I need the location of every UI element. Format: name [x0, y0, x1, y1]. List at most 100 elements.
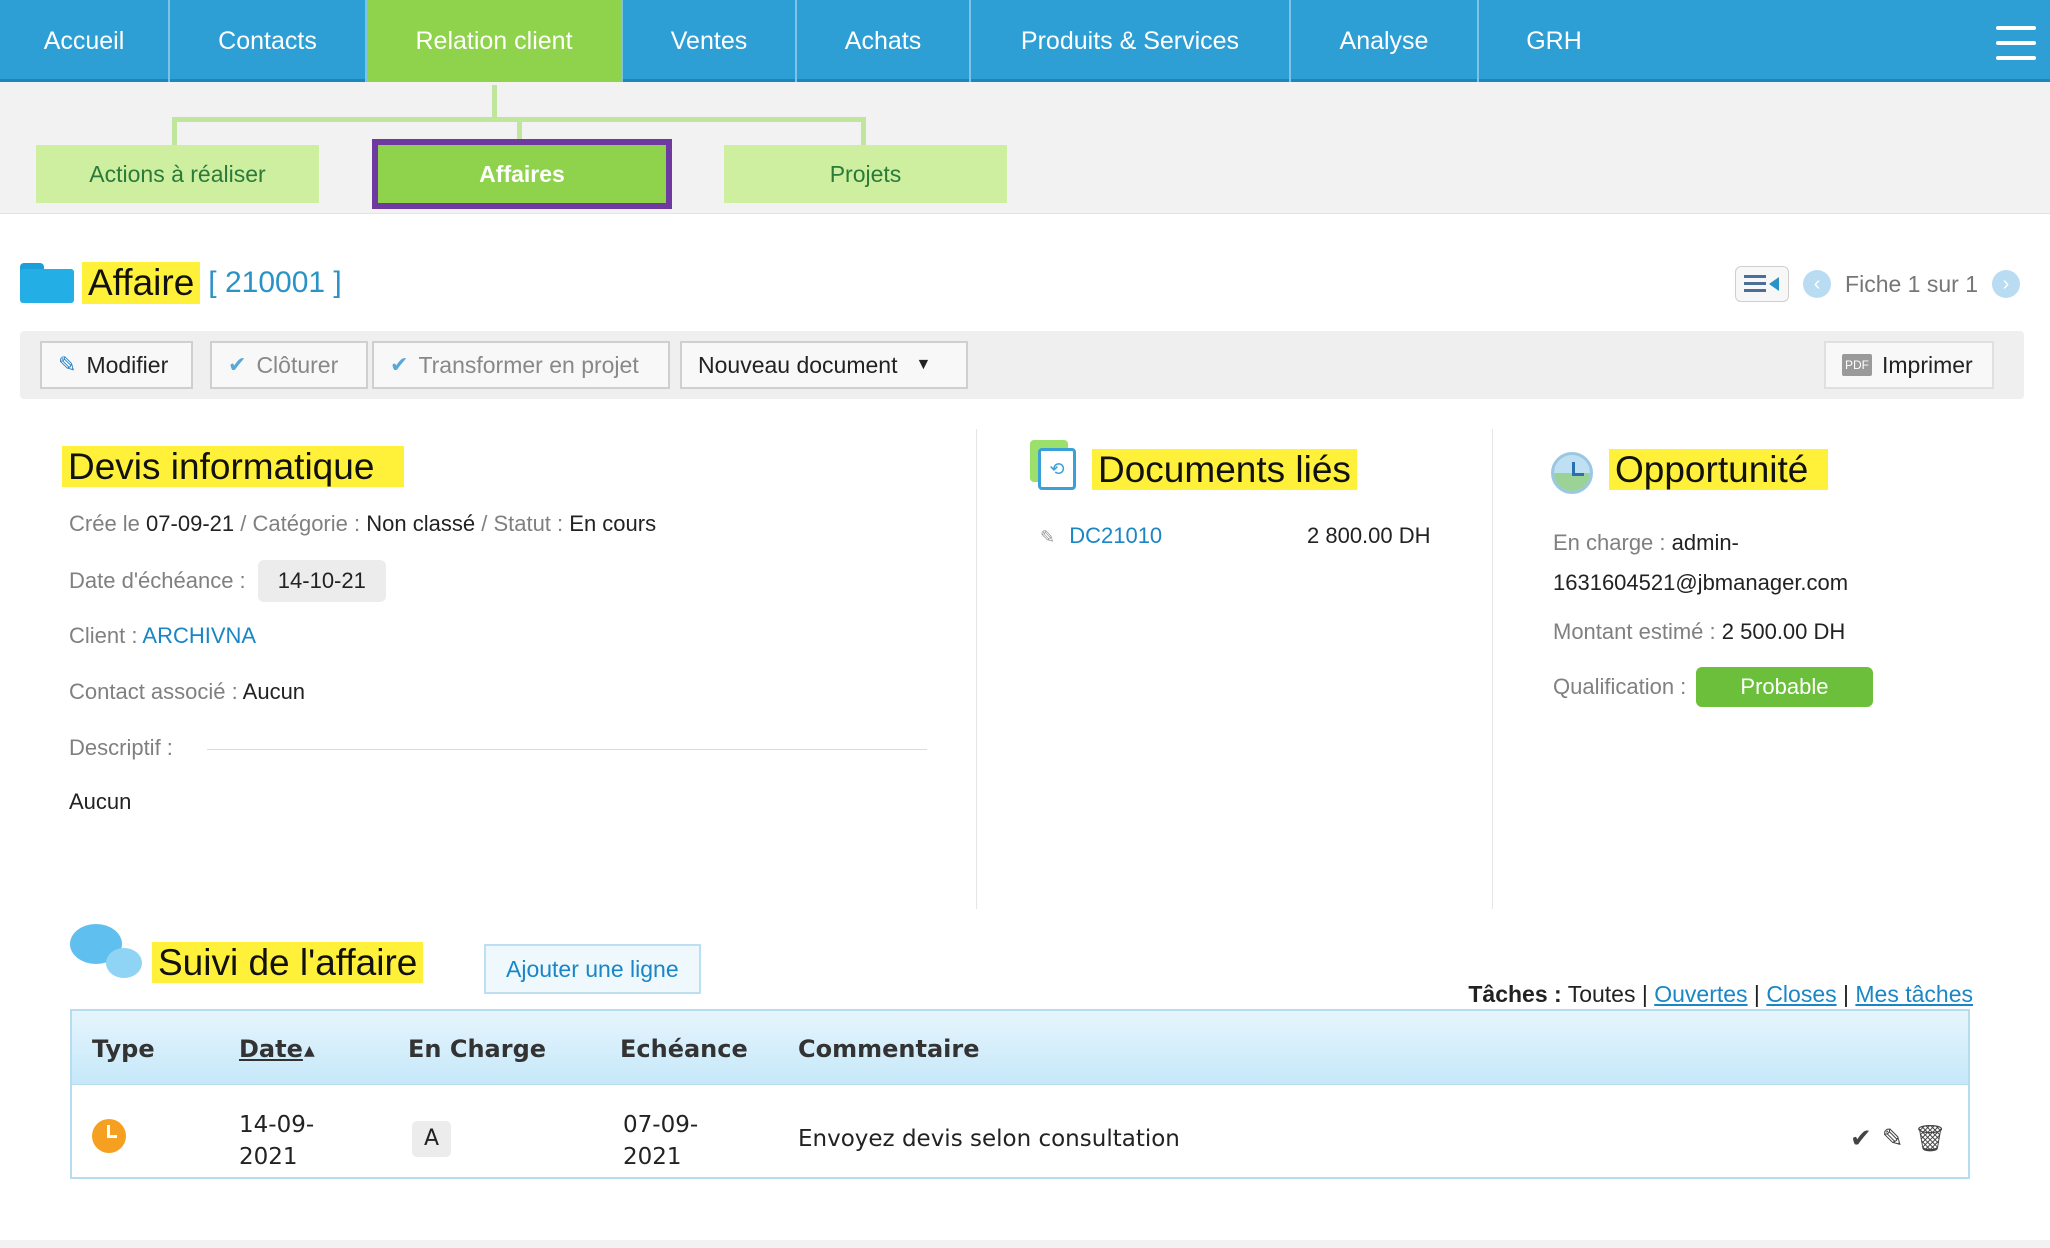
- row-due: 07-09- 2021: [623, 1112, 699, 1170]
- deal-meta-line: Crée le 07-09-21 / Catégorie : Non class…: [69, 511, 657, 536]
- page-header: Affaire [ 210001 ]: [20, 262, 342, 304]
- client-field: Client : ARCHIVNA: [69, 623, 257, 648]
- check-icon: ✔: [228, 352, 247, 377]
- table-header: Type Date ▲ En Charge Echéance Commentai…: [72, 1011, 1968, 1085]
- filter-closed[interactable]: Closes: [1766, 981, 1836, 1007]
- caret-down-icon: ▼: [915, 356, 932, 373]
- column-divider: [1492, 429, 1493, 909]
- filter-all[interactable]: Toutes: [1568, 981, 1636, 1007]
- description-label: Descriptif :: [69, 735, 173, 760]
- edit-task-icon[interactable]: ✎: [1882, 1123, 1904, 1154]
- chat-bubbles-icon: [70, 924, 144, 980]
- folder-icon: [20, 263, 74, 303]
- list-view-button[interactable]: [1735, 266, 1790, 302]
- page-title: Affaire: [82, 262, 201, 304]
- col-en-charge: En Charge: [408, 1035, 547, 1063]
- deal-reference: [ 210001 ]: [208, 266, 342, 299]
- owner-field: En charge : admin- 1631604521@jbmanager.…: [1553, 530, 1849, 595]
- owner-value-cont: 1631604521@jbmanager.com: [1553, 570, 1849, 595]
- owner-value: admin-: [1671, 530, 1739, 555]
- task-filters: Tâches : Toutes | Ouvertes | Closes | Me…: [1468, 981, 1973, 1007]
- main-panel: Affaire [ 210001 ] ‹ Fiche 1 sur 1 › ✎ M…: [0, 213, 2050, 1240]
- delete-task-icon[interactable]: 🗑: [1914, 1123, 1947, 1154]
- due-date-field: Date d'échéance : 14-10-21: [69, 560, 386, 602]
- created-date: 07-09-21: [146, 511, 235, 536]
- transform-project-button[interactable]: ✔ Transformer en projet: [372, 341, 670, 389]
- row-comment: Envoyez devis selon consultation: [798, 1126, 1180, 1152]
- subtabs-area: Actions à réaliser Affaires Projets: [0, 85, 2050, 215]
- nav-analyse[interactable]: Analyse: [1291, 0, 1479, 82]
- nav-grh[interactable]: GRH: [1479, 0, 1629, 82]
- tab-actions-a-realiser[interactable]: Actions à réaliser: [36, 145, 319, 203]
- filter-mine[interactable]: Mes tâches: [1855, 981, 1973, 1007]
- nav-ventes[interactable]: Ventes: [623, 0, 797, 82]
- modify-button[interactable]: ✎ Modifier: [40, 341, 193, 389]
- check-icon: ✔: [390, 352, 409, 377]
- contact-field: Contact associé : Aucun: [69, 679, 306, 704]
- status-value: En cours: [569, 511, 657, 536]
- estimated-amount-field: Montant estimé : 2 500.00 DH: [1553, 619, 1846, 644]
- followup-title: Suivi de l'affaire: [152, 942, 424, 984]
- print-button[interactable]: PDF Imprimer: [1824, 341, 1994, 389]
- nav-achats[interactable]: Achats: [797, 0, 971, 82]
- pencil-icon: ✎: [1040, 527, 1056, 547]
- description-divider: [207, 749, 927, 750]
- linked-documents-title: Documents liés: [1092, 449, 1357, 491]
- close-label: Clôturer: [256, 351, 339, 378]
- linked-documents-icon: ⟲: [1030, 440, 1076, 490]
- filter-open[interactable]: Ouvertes: [1654, 981, 1747, 1007]
- linked-document-row: ✎ DC21010: [1040, 523, 1162, 549]
- col-type: Type: [92, 1035, 155, 1063]
- nav-contacts[interactable]: Contacts: [170, 0, 367, 82]
- next-record-icon[interactable]: ›: [1992, 270, 2020, 298]
- category-value: Non classé: [366, 511, 476, 536]
- filters-label: Tâches :: [1468, 981, 1562, 1007]
- transform-label: Transformer en projet: [418, 351, 639, 378]
- tab-affaires[interactable]: Affaires: [372, 139, 672, 209]
- close-deal-button[interactable]: ✔ Clôturer: [210, 341, 368, 389]
- contact-value: Aucun: [242, 679, 306, 704]
- qualification-field: Qualification : Probable: [1553, 667, 1873, 707]
- qualification-badge: Probable: [1696, 667, 1873, 707]
- top-navigation: Accueil Contacts Relation client Ventes …: [0, 0, 2050, 82]
- tab-connector: [172, 117, 177, 145]
- col-commentaire: Commentaire: [798, 1035, 980, 1063]
- tab-projets[interactable]: Projets: [724, 145, 1007, 203]
- new-document-label: Nouveau document: [698, 351, 898, 378]
- tab-connector: [517, 117, 522, 145]
- deal-name: Devis informatique: [62, 446, 405, 488]
- pencil-icon: ✎: [58, 352, 77, 377]
- nav-relation-client[interactable]: Relation client: [367, 0, 623, 82]
- document-link[interactable]: DC21010: [1069, 523, 1162, 548]
- pager-text: Fiche 1 sur 1: [1845, 270, 1978, 297]
- task-clock-icon: [92, 1119, 126, 1153]
- record-pager: ‹ Fiche 1 sur 1 ›: [1735, 266, 2020, 302]
- pdf-icon: PDF: [1842, 354, 1872, 376]
- row-actions: ✔ ✎ 🗑: [1850, 1123, 1947, 1154]
- col-echeance: Echéance: [620, 1035, 748, 1063]
- row-date: 14-09- 2021: [239, 1112, 315, 1170]
- opportunity-title: Opportunité: [1609, 449, 1829, 491]
- column-divider: [976, 429, 977, 909]
- followup-table: Type Date ▲ En Charge Echéance Commentai…: [70, 1009, 1970, 1179]
- list-icon: [1744, 275, 1780, 292]
- document-amount: 2 800.00 DH: [1307, 523, 1431, 548]
- previous-record-icon[interactable]: ‹: [1803, 270, 1832, 298]
- nav-produits-services[interactable]: Produits & Services: [971, 0, 1291, 82]
- estimated-amount: 2 500.00 DH: [1721, 619, 1846, 644]
- due-date-chip: 14-10-21: [257, 560, 386, 602]
- col-date[interactable]: Date: [239, 1035, 303, 1063]
- clock-icon: [1551, 452, 1593, 494]
- add-line-button[interactable]: Ajouter une ligne: [484, 944, 701, 994]
- description-value: Aucun: [69, 789, 132, 814]
- hamburger-icon[interactable]: [1996, 26, 2036, 60]
- nav-accueil[interactable]: Accueil: [0, 0, 170, 82]
- row-owner: A: [412, 1121, 452, 1157]
- tab-connector: [861, 117, 866, 145]
- new-document-dropdown[interactable]: Nouveau document ▼: [680, 341, 968, 389]
- tab-connector: [492, 85, 497, 121]
- complete-task-icon[interactable]: ✔: [1850, 1123, 1872, 1154]
- owner-chip: A: [412, 1121, 452, 1157]
- client-link[interactable]: ARCHIVNA: [142, 623, 256, 648]
- action-toolbar: ✎ Modifier ✔ Clôturer ✔ Transformer en p…: [20, 331, 2024, 399]
